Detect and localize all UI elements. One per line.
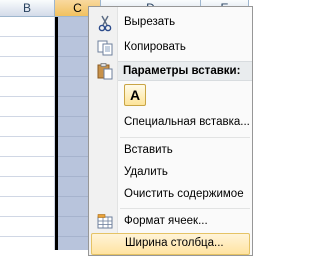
- menu-item-delete-label: Удалить: [124, 166, 168, 178]
- paste-options-buttons: A: [90, 84, 252, 108]
- paste-options-header: Параметры вставки:: [118, 61, 252, 81]
- menu-item-insert-label: Вставить: [124, 144, 173, 156]
- menu-item-format-cells[interactable]: Формат ячеек...: [90, 211, 252, 233]
- format-cells-icon: [97, 214, 113, 229]
- context-menu: Вырезать Копировать Параметры вставки: A…: [88, 6, 253, 256]
- clipboard-icon: [97, 63, 113, 80]
- scissors-icon: [98, 15, 112, 32]
- menu-item-cut[interactable]: Вырезать: [90, 12, 252, 34]
- menu-item-column-width[interactable]: Ширина столбца...: [91, 233, 250, 255]
- menu-item-clear-contents[interactable]: Очистить содержимое: [90, 184, 252, 206]
- menu-item-delete[interactable]: Удалить: [90, 162, 252, 184]
- menu-item-format-cells-label: Формат ячеек...: [124, 215, 208, 227]
- menu-item-cut-label: Вырезать: [124, 16, 176, 28]
- menu-item-paste-special-label: Специальная вставка...: [124, 116, 250, 128]
- column-b-cells[interactable]: [0, 17, 55, 250]
- menu-item-copy-label: Копировать: [124, 41, 186, 53]
- menu-item-column-width-label: Ширина столбца...: [125, 237, 224, 249]
- menu-item-paste-special[interactable]: Специальная вставка...: [90, 112, 252, 134]
- copy-icon: [97, 40, 113, 56]
- menu-item-insert[interactable]: Вставить: [90, 140, 252, 162]
- menu-item-clear-contents-label: Очистить содержимое: [124, 188, 244, 200]
- paste-values-button[interactable]: A: [124, 84, 146, 106]
- column-header-b[interactable]: B: [0, 0, 55, 17]
- menu-separator: [120, 137, 250, 138]
- menu-separator: [120, 208, 250, 209]
- selection-border: [55, 17, 58, 250]
- menu-item-copy[interactable]: Копировать: [90, 37, 252, 59]
